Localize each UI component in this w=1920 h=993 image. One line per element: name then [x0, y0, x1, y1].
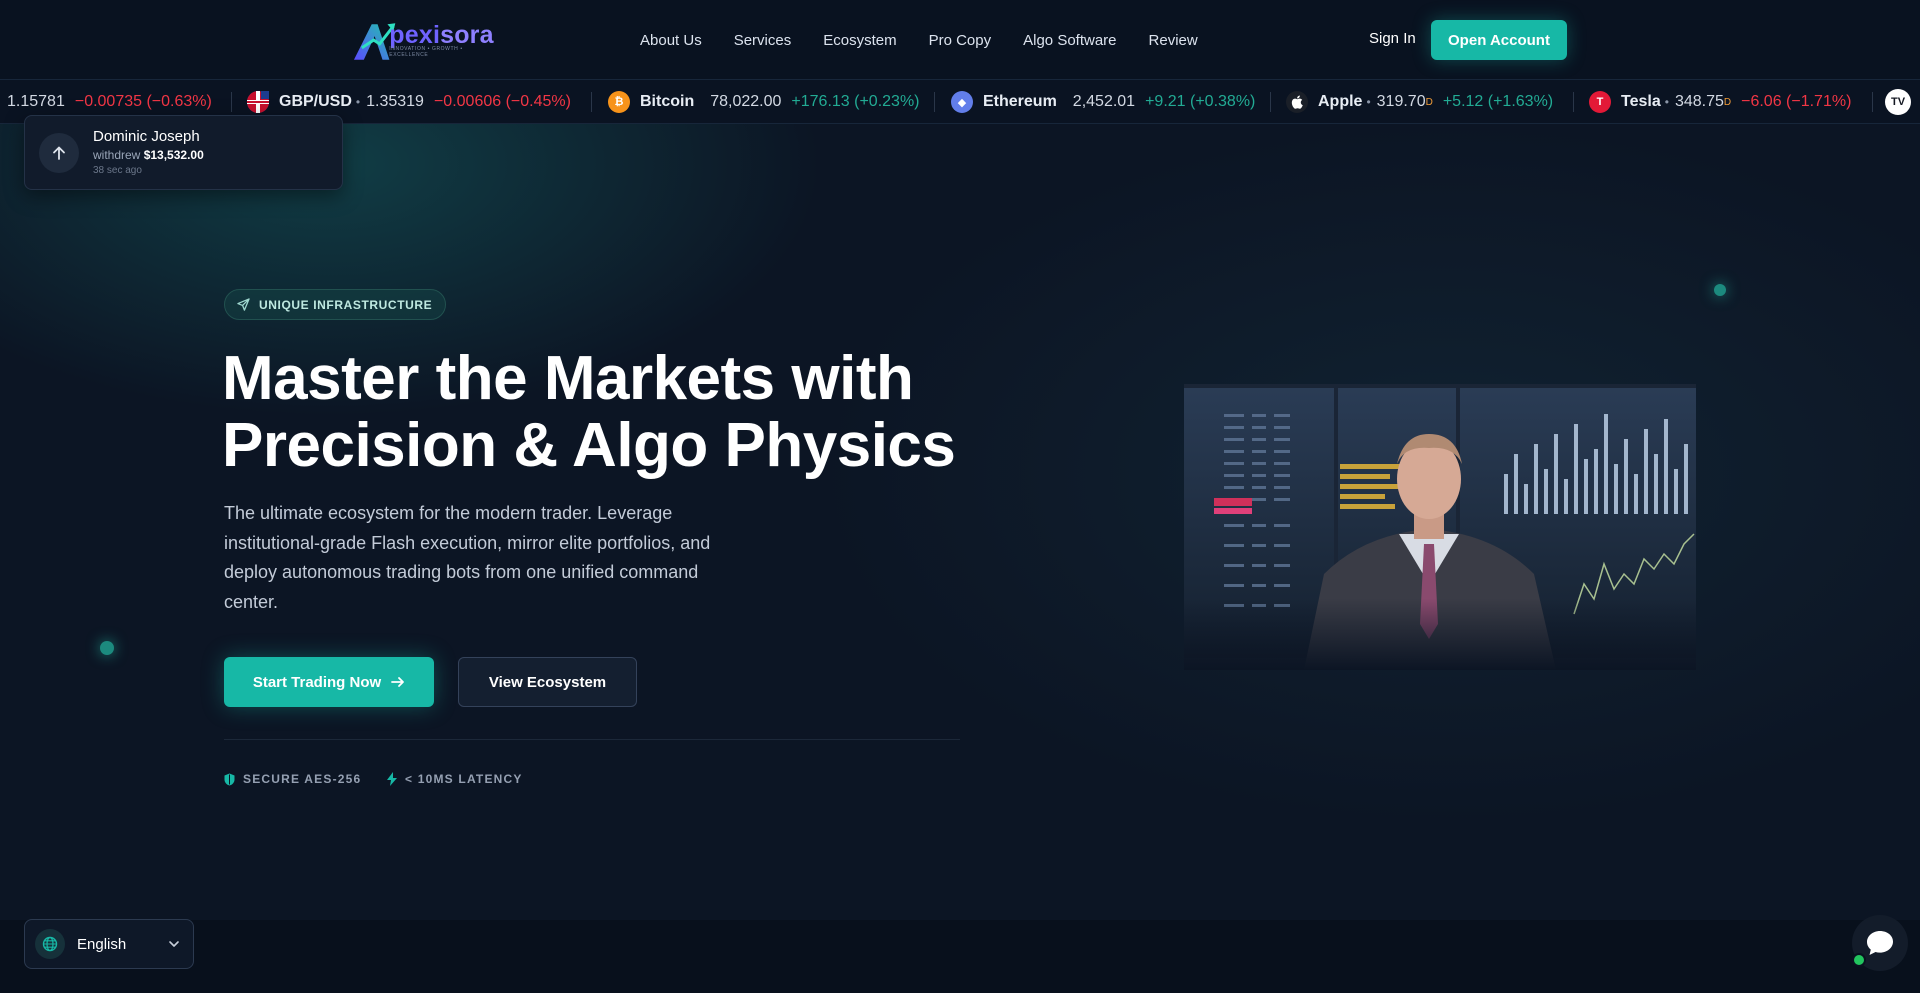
ticker-price: 78,022.00 [710, 93, 782, 110]
hero-trader-image [1184, 384, 1696, 670]
ticker-delayed-marker: D [1723, 96, 1732, 108]
ticker-separator [591, 92, 592, 112]
ticker-change: +9.21 (+0.38%) [1145, 93, 1256, 110]
hero-badge-label: UNIQUE INFRASTRUCTURE [259, 297, 433, 312]
logo-word-part2: sora [440, 21, 494, 49]
sign-in-link[interactable]: Sign In [1369, 30, 1416, 47]
hero-headline: Master the Markets with Precision & Algo… [222, 344, 956, 480]
logo-wordmark: pexisora [389, 22, 502, 48]
nav-services[interactable]: Services [734, 32, 792, 49]
ticker-dot: • [1366, 95, 1371, 109]
ticker-dot: • [355, 95, 361, 109]
ticker-change: +5.12 (+1.63%) [1442, 93, 1554, 110]
ticker-separator [934, 92, 935, 112]
ticker-price: 1.15781 [7, 93, 65, 110]
ticker-price: 348.75 [1674, 93, 1724, 110]
ticker-price: 1.35319 [366, 93, 424, 110]
ticker-separator [231, 92, 232, 112]
ticker-price: 319.70 [1376, 93, 1426, 110]
chevron-down-icon [169, 941, 179, 947]
logo-tagline: INNOVATION • GROWTH • EXCELLENCE [389, 46, 463, 58]
start-trading-button[interactable]: Start Trading Now [224, 657, 434, 707]
chat-bubble-icon [1867, 931, 1893, 955]
ticker-name: Tesla [1621, 93, 1661, 110]
bitcoin-icon: ₿ [608, 91, 630, 113]
nav-review[interactable]: Review [1149, 32, 1198, 49]
nav-algo-software[interactable]: Algo Software [1023, 32, 1116, 49]
withdrawal-notification[interactable]: Dominic Joseph withdrew $13,532.00 38 se… [24, 115, 343, 190]
ticker-item-ethereum[interactable]: ◆ Ethereum 2,452.01 +9.21 (+0.38%) [951, 80, 1256, 123]
ticker-delayed-marker: D [1425, 96, 1433, 108]
feature-latency-label: < 10MS LATENCY [405, 772, 523, 786]
ticker-item-apple[interactable]: Apple • 319.70 D +5.12 (+1.63%) [1286, 80, 1554, 123]
view-ecosystem-button[interactable]: View Ecosystem [458, 657, 637, 707]
ethereum-icon: ◆ [951, 91, 973, 113]
ticker-name: Ethereum [983, 93, 1057, 110]
hero-headline-line2: Precision & Algo Physics [222, 411, 956, 480]
globe-icon [35, 929, 65, 959]
notification-action: withdrew $13,532.00 [93, 148, 204, 162]
gbp-usd-flag-icon [247, 91, 269, 113]
brand-logo[interactable]: pexisora INNOVATION • GROWTH • EXCELLENC… [352, 18, 502, 62]
hero-badge: UNIQUE INFRASTRUCTURE [224, 289, 447, 320]
hero-description: The ultimate ecosystem for the modern tr… [224, 503, 711, 612]
tradingview-icon: TV [1885, 89, 1911, 115]
nav-pro-copy[interactable]: Pro Copy [929, 32, 992, 49]
nav-about-us[interactable]: About Us [640, 32, 702, 49]
ticker-price: 2,452.01 [1072, 93, 1136, 110]
ticker-name: Apple [1318, 93, 1363, 110]
language-selector[interactable]: English [24, 919, 194, 969]
hero-divider [224, 739, 960, 740]
logo-text: pexisora INNOVATION • GROWTH • EXCELLENC… [389, 22, 502, 58]
arrow-up-icon [39, 133, 79, 173]
ticker-separator [1872, 92, 1873, 112]
start-trading-label: Start Trading Now [252, 673, 382, 691]
apple-icon [1286, 91, 1308, 113]
glow-dot-decoration [100, 641, 114, 655]
open-account-button[interactable]: Open Account [1431, 20, 1567, 60]
feature-latency: < 10MS LATENCY [387, 772, 523, 786]
ticker-separator [1573, 92, 1574, 112]
main-nav: About Us Services Ecosystem Pro Copy Alg… [640, 0, 1230, 80]
site-header: pexisora INNOVATION • GROWTH • EXCELLENC… [0, 0, 1920, 80]
ticker-item-tesla[interactable]: T Tesla • 348.75 D −6.06 (−1.71%) [1589, 80, 1852, 123]
hero-headline-line1: Master the Markets with [222, 344, 914, 413]
ticker-name: Bitcoin [640, 93, 695, 110]
ticker-change: −0.00735 (−0.63%) [74, 93, 212, 110]
send-icon [237, 298, 250, 311]
tesla-icon: T [1589, 91, 1611, 113]
nav-ecosystem[interactable]: Ecosystem [823, 32, 896, 49]
notification-user-name: Dominic Joseph [93, 128, 200, 145]
trader-illustration [1184, 384, 1696, 670]
shield-icon [224, 773, 235, 785]
tradingview-logo[interactable]: TV [1885, 80, 1920, 123]
ticker-dot: • [1664, 95, 1669, 109]
glow-dot-decoration [1714, 284, 1726, 296]
feature-secure: SECURE AES-256 [224, 772, 361, 786]
ticker-change: +176.13 (+0.23%) [791, 93, 920, 110]
feature-secure-label: SECURE AES-256 [243, 772, 362, 786]
ticker-separator [1270, 92, 1271, 112]
ticker-name: GBP/USD [279, 93, 352, 110]
notification-action-verb: withdrew [93, 148, 141, 162]
ticker-change: −0.00606 (−0.45%) [433, 93, 571, 110]
ticker-item-bitcoin[interactable]: ₿ Bitcoin 78,022.00 +176.13 (+0.23%) [608, 80, 920, 123]
notification-time: 38 sec ago [93, 165, 142, 176]
arrow-right-icon [391, 677, 405, 687]
lightning-icon [387, 772, 397, 786]
footer-bar [0, 920, 1920, 993]
logo-word-part1: pexi [389, 21, 441, 49]
online-status-dot [1852, 953, 1866, 967]
language-selected: English [77, 935, 127, 953]
ticker-change: −6.06 (−1.71%) [1741, 93, 1852, 110]
notification-amount: $13,532.00 [143, 148, 204, 162]
